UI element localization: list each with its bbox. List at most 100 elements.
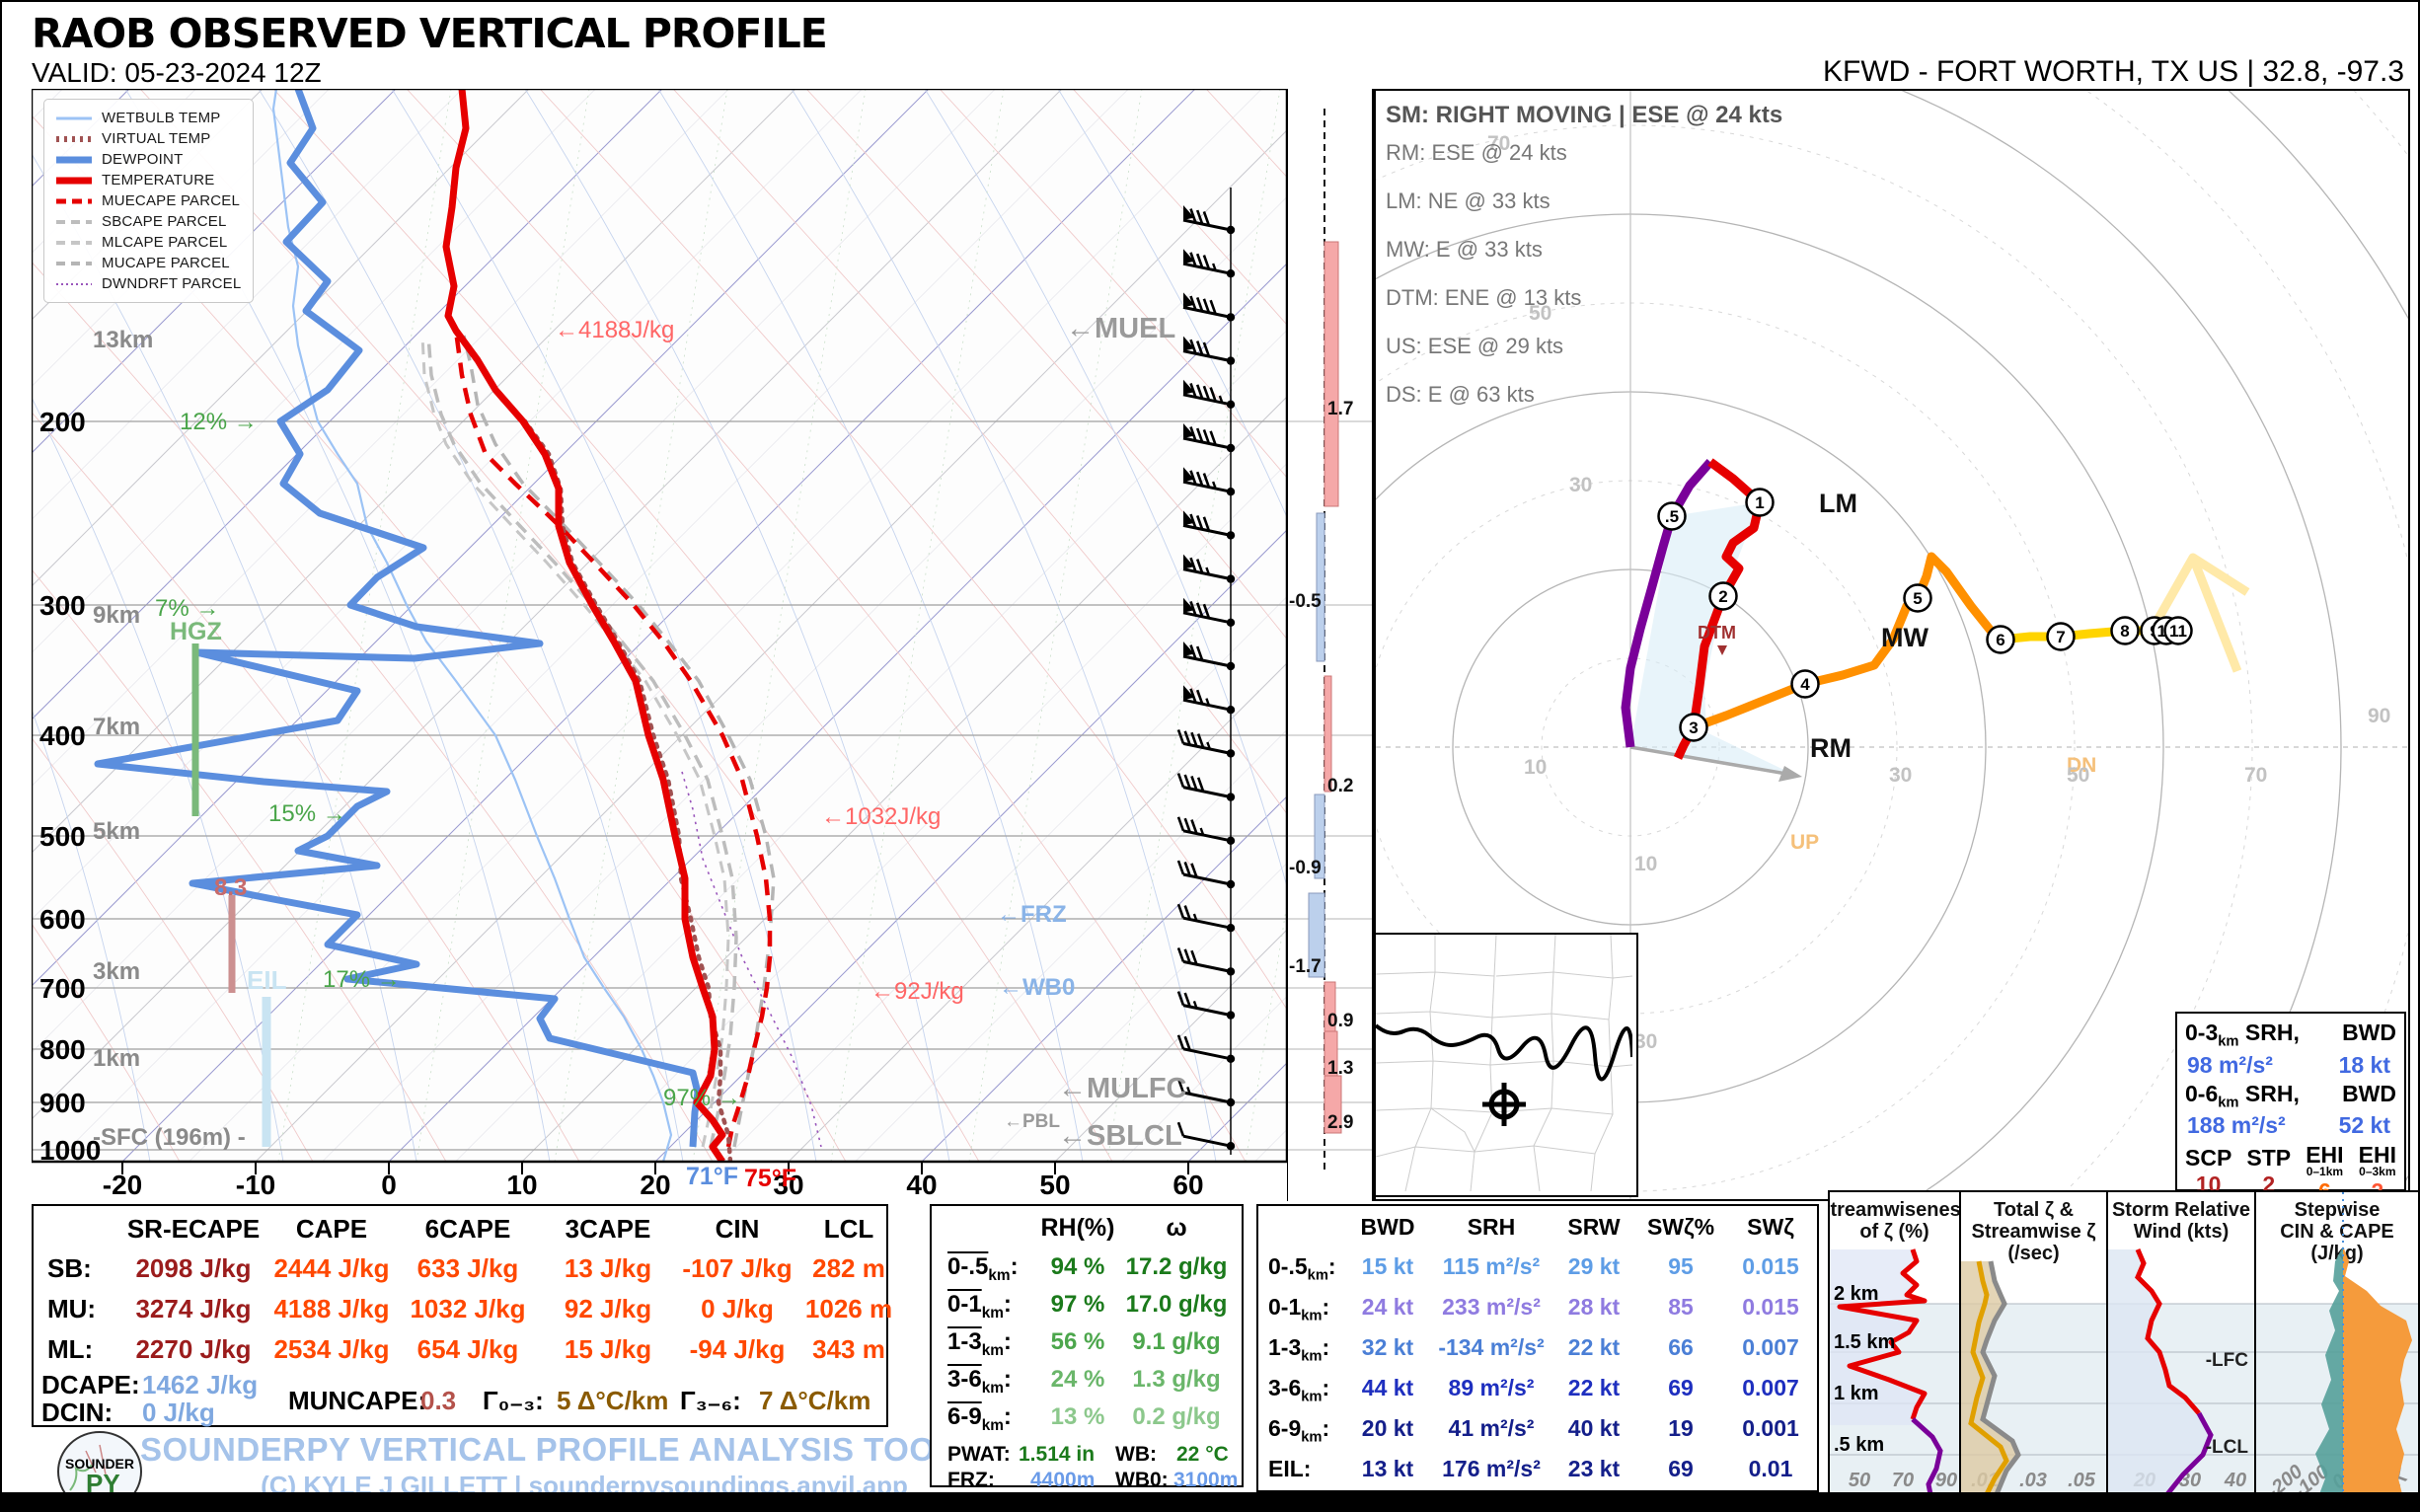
bwd-value: 15 kt xyxy=(1362,1253,1413,1280)
thermo-stats-box: SR-ECAPECAPE6CAPE3CAPECINLCLSB:2098 J/kg… xyxy=(32,1204,888,1427)
height-marker-label: 6 xyxy=(1996,631,2004,649)
wb0-label: WB0: xyxy=(1115,1469,1169,1492)
mu-cape-el-label: ←4188J/kg xyxy=(555,317,674,343)
skewt-panel: 2003004005006007008009001000 13km9km7km5… xyxy=(32,89,1287,1198)
thermo-value: 3274 J/kg xyxy=(135,1294,251,1324)
omega-value: 2.9 xyxy=(1327,1112,1353,1133)
omega-value: 0.2 xyxy=(1327,776,1353,796)
height-marker-label: 8 xyxy=(2120,622,2129,641)
shear-header: SRW xyxy=(1567,1214,1620,1241)
moisture-row-label: 6-9km: xyxy=(947,1403,1012,1435)
pressure-tick: 600 xyxy=(39,904,86,935)
skewt-legend: WETBULB TEMPVIRTUAL TEMPDEWPOINTTEMPERAT… xyxy=(43,99,254,303)
thermo-header: 6CAPE xyxy=(425,1214,511,1245)
moisture-row-label: 3-6km: xyxy=(947,1366,1012,1398)
gamma-3-6-label: Γ₃₋₆: xyxy=(680,1386,741,1416)
lm-label: LM xyxy=(1819,489,1857,518)
shear-stats-box: BWDSRHSRWSWζ%SWζ0-.5km:15 kt115 m²/s²29 … xyxy=(1256,1204,1819,1492)
srh-value: 176 m²/s² xyxy=(1442,1456,1541,1482)
temp-tick: 10 xyxy=(506,1170,537,1198)
muel-label: ←MUEL xyxy=(1066,313,1175,344)
km-axis-label: 1.5 km xyxy=(1834,1331,1895,1353)
thermo-value: 282 m xyxy=(812,1253,885,1284)
height-marker-label: 2 xyxy=(1718,587,1727,606)
gamma-0-3-value: 5 Δ°C/km xyxy=(557,1386,668,1416)
thermo-value: 4188 J/kg xyxy=(273,1294,389,1324)
station-id: KFWD - FORT WORTH, TX US | 32.8, -97.3 xyxy=(1823,55,2404,89)
pressure-tick: 200 xyxy=(39,407,86,437)
sounderpy-analysis-page: RAOB OBSERVED VERTICAL PROFILE VALID: 05… xyxy=(0,0,2420,1512)
lcl-annotation: -LCL xyxy=(2206,1437,2249,1458)
page-title: RAOB OBSERVED VERTICAL PROFILE xyxy=(32,10,827,57)
srh-bwd-inset: 0-3km SRH, BWD 98 m²/s² 18 kt 0-6km SRH,… xyxy=(2175,1012,2406,1191)
wb0-value: 3100m xyxy=(1173,1469,1238,1492)
rh-97-label: 97% → xyxy=(663,1085,741,1111)
legend-swatch-dwndrft xyxy=(56,279,92,289)
temp-tick: -10 xyxy=(236,1170,275,1198)
legend-label: MUECAPE PARCEL xyxy=(102,192,240,209)
height-marker-label: 7 xyxy=(2056,628,2065,646)
sw-zeta-value: 0.007 xyxy=(1742,1334,1799,1361)
legend-label: VIRTUAL TEMP xyxy=(102,130,210,147)
shear-row-label: 0-.5km: xyxy=(1268,1253,1336,1284)
legend-label: SBCAPE PARCEL xyxy=(102,213,227,230)
mini-panel-tick: 40 xyxy=(2224,1470,2246,1491)
pwat-value: 1.514 in xyxy=(1019,1443,1095,1467)
lfc-annotation: -LFC xyxy=(2206,1350,2249,1371)
frz-value: 4400m xyxy=(1030,1469,1095,1492)
legend-item-wetbulb: WETBULB TEMP xyxy=(56,108,241,128)
legend-swatch-virtual-temp xyxy=(56,134,92,144)
sm-line: SM: RIGHT MOVING | ESE @ 24 kts xyxy=(1386,97,1782,134)
legend-swatch-mlcape xyxy=(56,238,92,248)
srh-value: 89 m²/s² xyxy=(1449,1375,1535,1401)
dtm-line: DTM: ENE @ 13 kts xyxy=(1386,279,1782,317)
bwd-value: 13 kt xyxy=(1362,1456,1413,1482)
pressure-tick: 700 xyxy=(39,973,86,1004)
temp-tick: 40 xyxy=(906,1170,937,1198)
legend-item-mlcape: MLCAPE PARCEL xyxy=(56,232,241,253)
rh-value: 94 % xyxy=(1051,1253,1105,1281)
thermo-value: -94 J/kg xyxy=(690,1334,786,1365)
mini-panels: Streamwisenessof ζ (%)5070902 km1.5 km1 … xyxy=(1828,1190,2420,1492)
thermo-value: 92 J/kg xyxy=(565,1294,651,1324)
bwd-value: 24 kt xyxy=(1362,1294,1413,1321)
height-tick: 9km xyxy=(93,602,140,629)
muncape-value: 0.3 xyxy=(420,1386,456,1416)
sfc-temp-label: 75°F xyxy=(744,1165,796,1192)
thermo-header: CIN xyxy=(716,1214,760,1245)
wb0-label: ←WB0 xyxy=(999,974,1075,1001)
shear-row-label: EIL: xyxy=(1268,1456,1311,1482)
thermo-value: 13 J/kg xyxy=(565,1253,651,1284)
shear-header: SWζ% xyxy=(1647,1214,1714,1241)
legend-item-dewpoint: DEWPOINT xyxy=(56,149,241,170)
srw-value: 28 kt xyxy=(1568,1294,1620,1321)
shear-header: SRH xyxy=(1468,1214,1516,1241)
bwd-value: 44 kt xyxy=(1362,1375,1413,1401)
km-axis-label: 1 km xyxy=(1834,1383,1879,1404)
dcin-label: DCIN: xyxy=(41,1398,113,1428)
legend-item-muecape: MUECAPE PARCEL xyxy=(56,190,241,211)
muncape-label: MUNCAPE: xyxy=(288,1386,426,1416)
legend-label: DEWPOINT xyxy=(102,151,183,168)
legend-swatch-sbcape xyxy=(56,217,92,227)
rh-value: 24 % xyxy=(1051,1366,1105,1394)
mini-panel-title: Total ζ & xyxy=(1994,1199,2074,1221)
shear-row-label: 1-3km: xyxy=(1268,1334,1329,1365)
sw-zeta-pct-value: 19 xyxy=(1668,1415,1694,1442)
mulfc-label: ←MULFC xyxy=(1058,1073,1187,1104)
shear-header: SWζ xyxy=(1747,1214,1794,1241)
sblcl-label: ←SBLCL xyxy=(1058,1120,1182,1152)
thermo-value: 654 J/kg xyxy=(417,1334,519,1365)
pressure-tick: 400 xyxy=(39,720,86,751)
shear-row-label: 6-9km: xyxy=(1268,1415,1329,1446)
omega-value: -1.7 xyxy=(1289,956,1322,977)
gamma-3-6-value: 7 Δ°C/km xyxy=(759,1386,870,1416)
srw-value: 29 kt xyxy=(1568,1253,1620,1280)
us-line: US: ESE @ 29 kts xyxy=(1386,328,1782,365)
thermo-value: 1026 m xyxy=(805,1294,892,1324)
pressure-tick: 500 xyxy=(39,821,86,852)
srw-value: 23 kt xyxy=(1568,1456,1620,1482)
frz-label: ←FRZ xyxy=(997,901,1067,928)
lapse-83-label: 8.3 xyxy=(214,874,247,901)
surface-height-label: -SFC (196m) - xyxy=(93,1124,246,1151)
